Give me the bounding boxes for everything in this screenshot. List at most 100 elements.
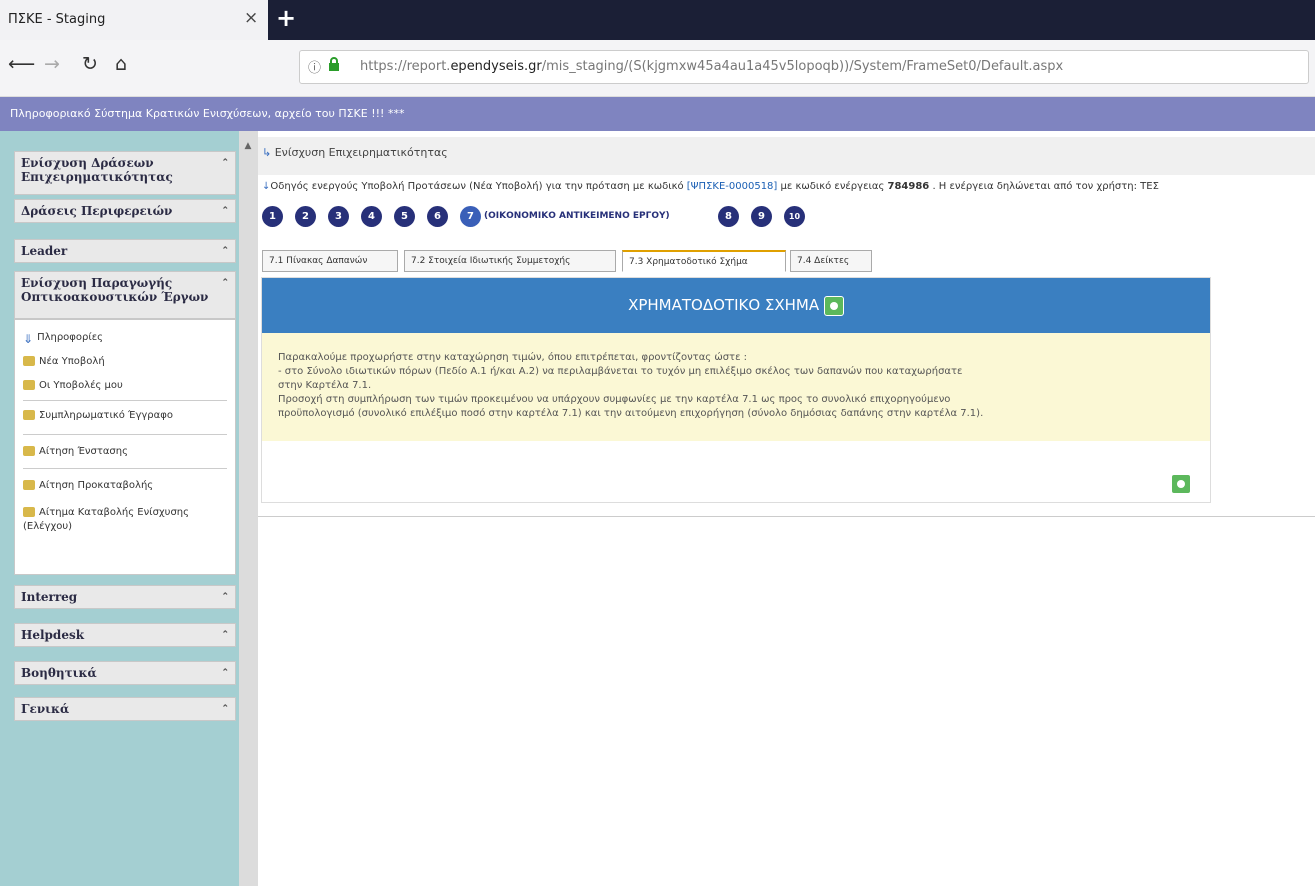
folder-icon — [23, 356, 35, 366]
tab-expenses-table[interactable]: 7.1 Πίνακας Δαπανών — [262, 250, 398, 272]
sidebar-menu-label: Ενίσχυση Δράσεων Επιχειρηματικότητας — [21, 156, 173, 184]
sidebar-item-payment-request[interactable]: Αίτημα Καταβολής Ενίσχυσης (Ελέγχου) — [23, 506, 228, 534]
sidebar-item-advance[interactable]: Αίτηση Προκαταβολής — [23, 480, 153, 491]
arrow-down-icon: ⇓ — [23, 332, 34, 346]
chevron-down-icon: ⌃ — [221, 668, 229, 678]
step-5-button[interactable]: 5 — [394, 206, 415, 227]
step-6-button[interactable]: 6 — [427, 206, 448, 227]
sidebar-menu-leader[interactable]: Leader ⌃ — [14, 239, 236, 263]
step-8-button[interactable]: 8 — [718, 206, 739, 227]
reload-icon[interactable]: ↻ — [82, 53, 98, 75]
sidebar-menu-label: Γενικά — [21, 702, 70, 716]
sidebar-item-label: Πληροφορίες — [37, 332, 104, 343]
new-tab-icon[interactable]: + — [276, 4, 296, 32]
step-3-button[interactable]: 3 — [328, 206, 349, 227]
step-9-button[interactable]: 9 — [751, 206, 772, 227]
note-line: - στο Σύνολο ιδιωτικών πόρων (Πεδίο Α.1 … — [278, 366, 963, 377]
sidebar-item-info[interactable]: ⇓ Πληροφορίες — [23, 332, 104, 346]
sidebar-menu-label: Δράσεις Περιφερειών — [21, 204, 173, 218]
step-10-button[interactable]: 10 — [784, 206, 805, 227]
sidebar-menu-label: Βοηθητικά — [21, 666, 97, 680]
breadcrumb-text: Ενίσχυση Επιχειρηματικότητας — [274, 146, 448, 159]
browser-tab[interactable]: ΠΣΚΕ - Staging × — [0, 0, 268, 40]
tab-private-participation[interactable]: 7.2 Στοιχεία Ιδιωτικής Συμμετοχής — [404, 250, 616, 272]
info-icon[interactable]: ⓘ — [308, 57, 321, 76]
info-text: με κωδικό ενέργειας — [777, 181, 888, 192]
step-7-button[interactable]: 7 — [460, 206, 481, 227]
note-line: Προσοχή στη συμπλήρωση των τιμών προκειμ… — [278, 394, 951, 405]
sidebar-menu-general[interactable]: Γενικά ⌃ — [14, 697, 236, 721]
folder-icon — [23, 507, 35, 517]
sidebar-menu-auxiliary[interactable]: Βοηθητικά ⌃ — [14, 661, 236, 685]
sidebar-item-label: Αίτημα Καταβολής Ενίσχυσης (Ελέγχου) — [23, 507, 190, 532]
sidebar-menu-audiovisual[interactable]: Ενίσχυση Παραγωγής Οπτικοακουστικών Έργω… — [14, 271, 236, 319]
scroll-up-icon[interactable]: ▲ — [241, 141, 255, 157]
chevron-up-icon: ⌃ — [221, 278, 229, 288]
breadcrumb[interactable]: ↳ Ενίσχυση Επιχειρηματικότητας — [262, 146, 448, 159]
step-4-button[interactable]: 4 — [361, 206, 382, 227]
chevron-down-icon: ⌃ — [221, 246, 229, 256]
sidebar-item-supplementary-doc[interactable]: Συμπληρωματικό Έγγραφο — [23, 410, 173, 421]
step-1-button[interactable]: 1 — [262, 206, 283, 227]
sidebar-item-label: Συμπληρωματικό Έγγραφο — [39, 410, 173, 421]
sidebar-item-label: Αίτηση Προκαταβολής — [39, 480, 154, 491]
note-line: προϋπολογισμό (συνολικό επιλέξιμο ποσό σ… — [278, 408, 984, 419]
sidebar-item-objection[interactable]: Αίτηση Ένστασης — [23, 446, 128, 457]
sidebar-menu-entrepreneurship[interactable]: Ενίσχυση Δράσεων Επιχειρηματικότητας ⌃ — [14, 151, 236, 195]
app-header: Πληροφοριακό Σύστημα Κρατικών Ενισχύσεων… — [0, 97, 1315, 131]
tab-financing-scheme[interactable]: 7.3 Χρηματοδοτικό Σχήμα — [622, 250, 786, 272]
app-header-text: Πληροφοριακό Σύστημα Κρατικών Ενισχύσεων… — [10, 107, 405, 120]
action-code: 784986 — [887, 181, 930, 192]
sidebar: Ενίσχυση Δράσεων Επιχειρηματικότητας ⌃ Δ… — [0, 131, 258, 886]
close-tab-icon[interactable]: × — [244, 8, 258, 28]
info-text: Οδηγός ενεργούς Υποβολή Προτάσεων (Νέα Υ… — [270, 181, 687, 192]
divider — [258, 516, 1315, 517]
info-text: . Η ενέργεια δηλώνεται από τον χρήστη: Τ… — [929, 181, 1159, 192]
url-bar[interactable]: ⓘ https://report.ependyseis.gr/mis_stagi… — [299, 50, 1309, 84]
back-icon[interactable]: ⟵ — [8, 53, 35, 75]
breadcrumb-icon: ↳ — [262, 146, 272, 159]
folder-icon — [23, 446, 35, 456]
browser-nav-bar: ⟵ → ↻ ⌂ ⓘ https://report.ependyseis.gr/m… — [0, 40, 1315, 97]
home-icon[interactable]: ⌂ — [115, 53, 127, 75]
note-line: Παρακαλούμε προχωρήστε στην καταχώρηση τ… — [278, 352, 748, 363]
note-line: στην Καρτέλα 7.1. — [278, 380, 372, 391]
sidebar-menu-label: Leader — [21, 244, 68, 258]
folder-icon — [23, 380, 35, 390]
tab-indicators[interactable]: 7.4 Δείκτες — [790, 250, 872, 272]
panel-title: ΧΡΗΜΑΤΟΔΟΤΙΚΟ ΣΧΗΜΑ — [628, 296, 820, 314]
sidebar-menu-label: Interreg — [21, 590, 78, 604]
chevron-down-icon: ⌃ — [221, 158, 229, 168]
chevron-down-icon: ⌃ — [221, 206, 229, 216]
step-2-button[interactable]: 2 — [295, 206, 316, 227]
browser-tab-bar: ΠΣΚΕ - Staging × + — [0, 0, 1315, 40]
chevron-down-icon: ⌃ — [221, 592, 229, 602]
forward-icon[interactable]: → — [44, 53, 60, 75]
sidebar-item-new-submission[interactable]: Νέα Υποβολή — [23, 356, 105, 367]
folder-icon — [23, 480, 35, 490]
sidebar-item-label: Οι Υποβολές μου — [39, 380, 123, 391]
browser-tab-title: ΠΣΚΕ - Staging — [8, 12, 106, 27]
sidebar-menu-regions[interactable]: Δράσεις Περιφερειών ⌃ — [14, 199, 236, 223]
folder-icon — [23, 410, 35, 420]
sidebar-submenu: ⇓ Πληροφορίες Νέα Υποβολή Οι Υποβολές μου… — [14, 319, 236, 575]
lock-icon — [329, 57, 339, 71]
divider — [23, 434, 227, 435]
sidebar-menu-helpdesk[interactable]: Helpdesk ⌃ — [14, 623, 236, 647]
instructions-note: Παρακαλούμε προχωρήστε στην καταχώρηση τ… — [262, 333, 1210, 441]
sidebar-menu-label: Helpdesk — [21, 628, 85, 642]
add-row-icon[interactable] — [1171, 474, 1191, 494]
divider — [23, 400, 227, 401]
url-text: https://report.ependyseis.gr/mis_staging… — [360, 59, 1064, 74]
chevron-down-icon: ⌃ — [221, 630, 229, 640]
add-icon[interactable] — [823, 295, 844, 316]
sidebar-scrollbar[interactable] — [239, 131, 258, 886]
sidebar-item-label: Νέα Υποβολή — [39, 356, 105, 367]
sidebar-menu-interreg[interactable]: Interreg ⌃ — [14, 585, 236, 609]
financing-panel: ΧΡΗΜΑΤΟΔΟΤΙΚΟ ΣΧΗΜΑ Παρακαλούμε προχωρήσ… — [261, 277, 1211, 503]
panel-header: ΧΡΗΜΑΤΟΔΟΤΙΚΟ ΣΧΗΜΑ — [262, 278, 1210, 333]
sidebar-item-my-submissions[interactable]: Οι Υποβολές μου — [23, 380, 123, 391]
proposal-code[interactable]: [ΨΠΣΚΕ-0000518] — [687, 181, 778, 192]
submission-info: ↓Οδηγός ενεργούς Υποβολή Προτάσεων (Νέα … — [262, 181, 1159, 192]
sidebar-menu-label: Ενίσχυση Παραγωγής Οπτικοακουστικών Έργω… — [21, 276, 209, 304]
